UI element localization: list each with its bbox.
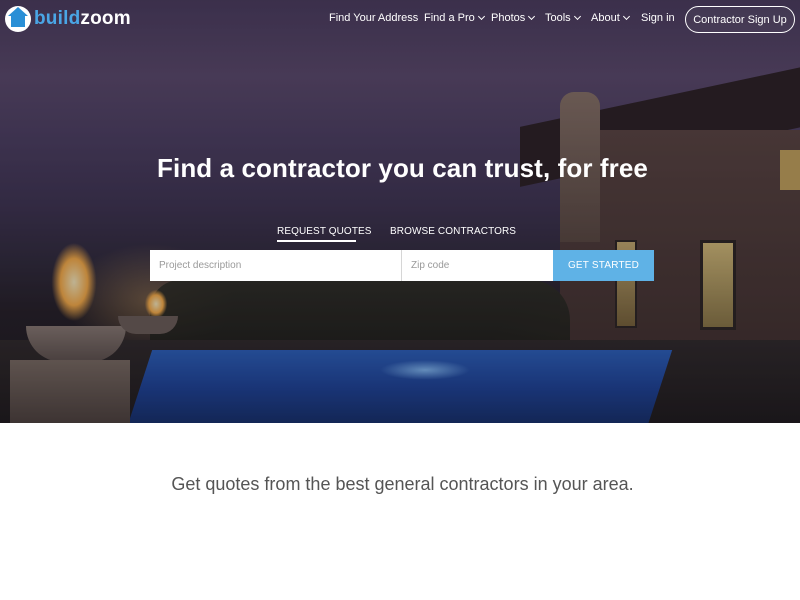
logo-text: buildzoom bbox=[34, 8, 131, 29]
chevron-down-icon bbox=[622, 12, 630, 21]
active-tab-underline bbox=[277, 240, 356, 242]
nav-find-a-pro[interactable]: Find a Pro bbox=[424, 12, 485, 24]
chevron-down-icon bbox=[573, 12, 581, 21]
nav-sign-in[interactable]: Sign in bbox=[641, 12, 675, 24]
tab-request-quotes[interactable]: REQUEST QUOTES bbox=[277, 226, 372, 237]
get-started-button[interactable]: GET STARTED bbox=[553, 250, 654, 281]
nav-tools[interactable]: Tools bbox=[545, 12, 581, 24]
nav-find-your-address[interactable]: Find Your Address bbox=[329, 12, 418, 24]
hero-headline: Find a contractor you can trust, for fre… bbox=[157, 153, 648, 183]
zip-code-input[interactable] bbox=[402, 250, 553, 281]
chevron-down-icon bbox=[477, 12, 485, 21]
nav-photos[interactable]: Photos bbox=[491, 12, 536, 24]
house-logo-icon bbox=[5, 6, 31, 32]
top-nav: buildzoom Find Your Address Find a Pro P… bbox=[0, 0, 800, 38]
contractor-signup-button[interactable]: Contractor Sign Up bbox=[685, 6, 795, 33]
nav-about[interactable]: About bbox=[591, 12, 630, 24]
chevron-down-icon bbox=[528, 12, 536, 21]
tab-browse-contractors[interactable]: BROWSE CONTRACTORS bbox=[390, 226, 516, 237]
hero-overlay bbox=[0, 0, 800, 423]
buildzoom-logo[interactable]: buildzoom bbox=[5, 6, 131, 32]
project-description-input[interactable] bbox=[150, 250, 402, 281]
hero-section: buildzoom Find Your Address Find a Pro P… bbox=[0, 0, 800, 423]
quote-search-form: GET STARTED bbox=[150, 250, 654, 281]
page-tagline: Get quotes from the best general contrac… bbox=[171, 474, 634, 494]
